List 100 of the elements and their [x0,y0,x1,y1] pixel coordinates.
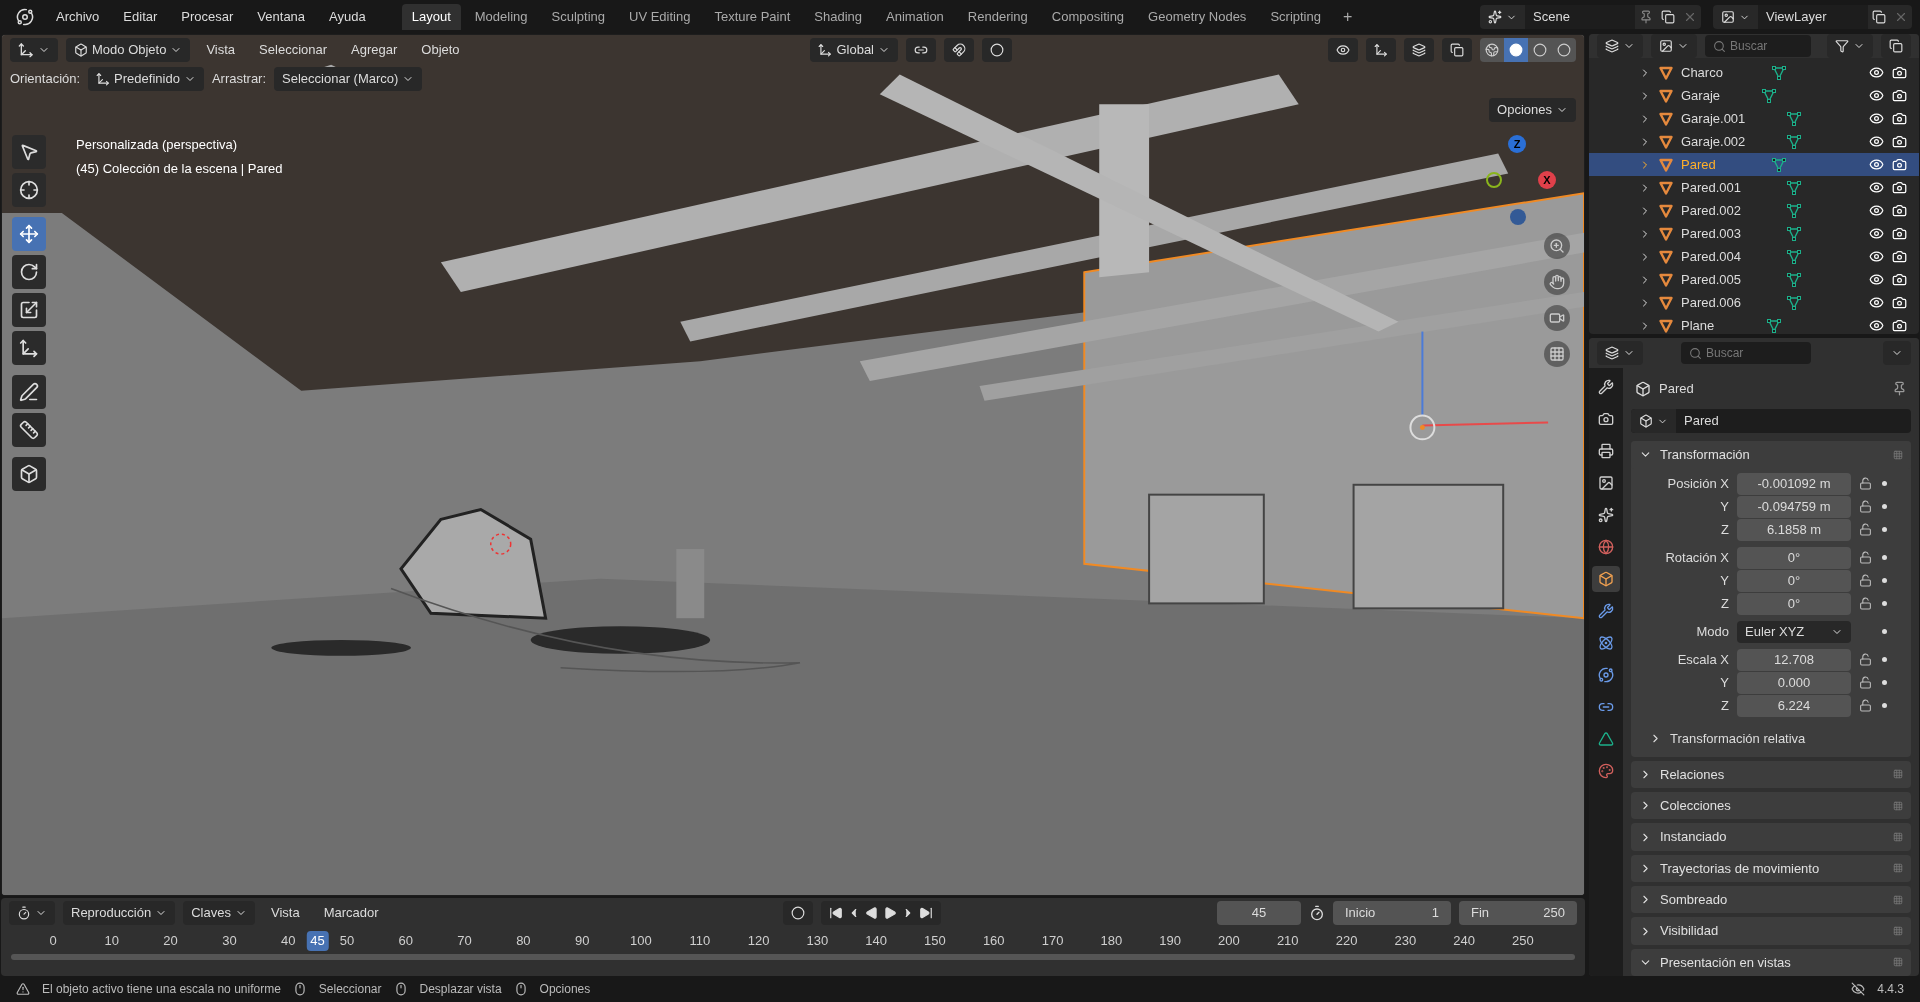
number-field[interactable]: 6.224 [1737,694,1851,717]
panel-header[interactable]: Presentación en vistas [1631,948,1911,976]
outliner-row[interactable]: Garaje [1589,84,1919,107]
object-name: Garaje.001 [1681,109,1747,128]
object-name: Pared.001 [1681,178,1742,197]
search-field[interactable]: Buscar [1705,35,1811,57]
navigation-gizmo[interactable]: Z X [1486,135,1556,225]
orientation-label: Orientación: [10,70,81,89]
panel-header[interactable]: Colecciones [1631,792,1911,820]
rotation-mode-dropdown[interactable]: Euler XYZ [1737,620,1851,643]
scene-selector[interactable]: Scene [1480,5,1701,29]
menu-dropdown[interactable]: Claves [183,901,255,925]
outliner-row[interactable]: Pared.004 [1589,245,1919,268]
number-field[interactable]: 0° [1737,546,1851,569]
field-label: Y [1719,498,1730,517]
add-workspace-button[interactable]: + [1334,5,1361,29]
ruler-label: 210 [1275,932,1300,951]
panel-header[interactable]: Relaciones [1631,760,1911,789]
menu-item[interactable]: Archivo [46,7,110,27]
ruler-label: 100 [629,932,653,951]
panel-header[interactable]: Sombreado [1631,886,1911,914]
number-field[interactable]: 6.1858 m [1737,518,1851,541]
ruler-label: 110 [688,932,712,951]
object-name: Garaje [1681,86,1722,105]
workspace-tab[interactable]: Sculpting [541,4,615,30]
workspace-tab[interactable]: Animation [876,4,954,30]
menu-item[interactable]: Vista [262,903,308,923]
ruler-label: 120 [746,932,771,951]
field-label: Y [1719,674,1730,693]
menu-item[interactable]: Agregar [343,40,406,60]
workspace-tab[interactable]: Texture Paint [704,4,801,30]
object-name: Charco [1681,63,1724,82]
current-frame-field[interactable]: 45 [1217,901,1301,925]
number-field[interactable]: 0° [1737,569,1851,592]
options-dropdown[interactable]: Opciones [1489,98,1576,122]
view-name: Personalizada (perspectiva) [76,136,239,154]
ruler-label: 90 [573,932,591,951]
object-name: Pared [1681,155,1717,174]
outliner-row[interactable]: Pared.006 [1589,291,1919,314]
outliner-row[interactable]: Garaje.001 [1589,107,1919,130]
number-field[interactable]: -0.094759 m [1737,495,1851,518]
menu-item[interactable]: Ayuda [319,7,376,27]
object-name: Pared.005 [1681,270,1742,289]
menu-item[interactable]: Procesar [171,7,244,27]
collection-info: (45) Colección de la escena | Pared [76,159,283,178]
outliner-row[interactable]: Plane [1589,314,1919,334]
ruler-label: 10 [103,932,121,951]
field-label: Escala X [1676,651,1730,670]
menu-dropdown[interactable]: Reproducción [63,901,176,925]
menu-item[interactable]: Marcador [315,903,387,923]
number-field[interactable]: -0.001092 m [1737,472,1851,495]
status-message: El objeto activo tiene una escala no uniforme [42,981,281,998]
3d-viewport[interactable]: Modo Objeto Vista Seleccionar Agregar Objeto Global Orientación: Predefinido Arrastrar: Seleccionar (Marco) Opciones Personalizada (perspectiva) (45) Colección de la escena | Pared Z X [1,34,1585,896]
ruler-label: 160 [981,932,1006,951]
ruler-label: 50 [338,932,356,951]
outliner-row[interactable]: Charco [1589,61,1919,84]
transform-orientation-dropdown[interactable]: Global [810,38,898,62]
drag-dropdown[interactable]: Seleccionar (Marco) [274,67,423,91]
number-field[interactable]: 0.000 [1737,671,1851,694]
end-frame-field[interactable]: Fin 250 [1459,901,1577,925]
subpanel-header[interactable]: Transformación relativa [1631,726,1901,751]
object-name-field[interactable]: Pared [1631,409,1911,433]
workspace-tab[interactable]: UV Editing [619,4,701,30]
menu-item[interactable]: Ventana [247,7,316,27]
panel-header[interactable]: Instanciado [1631,823,1911,851]
workspace-tab[interactable]: Modeling [464,4,538,30]
outliner-row[interactable]: Pared.005 [1589,268,1919,291]
playhead[interactable]: 45 [306,931,329,951]
ruler-label: 250 [1511,932,1535,951]
ruler-label: 240 [1452,932,1476,951]
menu-item[interactable]: Vista [198,40,244,60]
panel-header[interactable]: Visibilidad [1631,917,1911,945]
outliner-row[interactable]: Pared [1589,153,1919,176]
outliner-row[interactable]: Garaje.002 [1589,130,1919,153]
workspace-tab[interactable]: Scripting [1260,4,1331,30]
ruler-label: 220 [1334,932,1359,951]
workspace-tab[interactable]: Shading [804,4,873,30]
status-hint: Opciones [539,981,591,998]
workspace-tab[interactable]: Layout [401,4,461,30]
outliner-row[interactable]: Pared.001 [1589,176,1919,199]
number-field[interactable]: 12.708 [1737,648,1851,671]
number-field[interactable]: 0° [1737,592,1851,615]
field-label: Rotación X [1664,549,1730,568]
outliner-row[interactable]: Pared.002 [1589,199,1919,222]
menu-item[interactable]: Seleccionar [251,40,336,60]
object-name: Pared.004 [1681,247,1742,266]
workspace-tab[interactable]: Geometry Nodes [1138,4,1257,30]
outliner-row[interactable]: Pared.003 [1589,222,1919,245]
view-layer-selector[interactable]: ViewLayer [1713,5,1912,29]
orientation-dropdown[interactable]: Predefinido [88,67,204,91]
workspace-tab[interactable]: Compositing [1041,4,1135,30]
start-frame-field[interactable]: Inicio 1 [1333,901,1451,925]
ruler-label: 20 [162,932,179,951]
menu-item[interactable]: Objeto [413,40,468,60]
menu-item[interactable]: Editar [113,7,168,27]
mode-dropdown[interactable]: Modo Objeto [66,38,191,62]
status-hint: Seleccionar [318,981,382,998]
workspace-tab[interactable]: Rendering [957,4,1038,30]
panel-header[interactable]: Trayectorias de movimiento [1631,854,1911,883]
search-field[interactable]: Buscar [1681,342,1811,364]
